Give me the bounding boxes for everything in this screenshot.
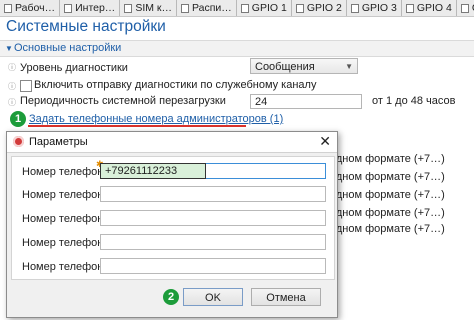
doc-icon [124,3,133,13]
phone-field-4[interactable] [100,234,326,250]
doc-icon [4,3,12,13]
info-icon: ⓘ [8,98,16,107]
dialog-titlebar[interactable]: Параметры ✕ [7,132,337,153]
diag-level-value: Сообщения [255,61,315,73]
chevron-down-icon: ▼ [345,62,353,71]
reboot-period-input[interactable]: 24 [250,94,362,109]
tab-label: GPIO 1 [251,2,287,14]
tab-label: Интер… [75,2,116,14]
page-title: Системные настройки [6,18,166,35]
background-row: одном формате (+7…) [330,153,445,165]
phone-field-3[interactable] [100,210,326,226]
chevron-down-icon: ▼ [5,44,13,53]
tab-3[interactable]: SIM к… [120,0,177,16]
phone-label-2: Номер телефона [22,189,110,201]
doc-icon [295,3,304,13]
service-channel-label: Включить отправку диагностики по служебн… [34,79,317,91]
doc-icon [181,3,189,13]
parameters-dialog: Параметры ✕ Номер телефона ✱ +7926111223… [6,131,338,318]
tab-2[interactable]: Интер… [60,0,121,16]
doc-icon [405,3,414,13]
step-marker-2: 2 [163,289,179,305]
tab-8[interactable]: GPIO 4 [401,0,457,16]
ok-button[interactable]: OK [183,288,243,306]
diag-level-select[interactable]: Сообщения ▼ [250,58,358,74]
background-row: одном формате (+7…) [330,171,445,183]
background-row: одном формате (+7…) [330,207,445,219]
tab-label: Распи… [192,2,232,14]
app-icon [13,136,24,147]
info-icon: ⓘ [8,82,16,91]
dialog-title: Параметры [29,136,88,148]
reboot-period-hint: от 1 до 48 часов [372,95,456,107]
doc-icon [240,3,249,13]
tab-7[interactable]: GPIO 3 [346,0,402,16]
phone-label-4: Номер телефона [22,237,110,249]
tab-label: SIM к… [135,2,172,14]
step-marker-1: 1 [10,111,26,127]
tab-6[interactable]: GPIO 2 [291,0,347,16]
background-row: одном формате (+7…) [330,189,445,201]
tab-label: GPIO 2 [306,2,342,14]
tab-label: GPIO 4 [416,2,452,14]
tab-strip: Рабоч… Интер… SIM к… Распи… GPIO 1 GPIO 2 GPIO… [0,0,474,17]
tab-4[interactable]: Распи… [177,0,237,16]
diag-level-label: Уровень диагностики [20,62,128,74]
tab-5[interactable]: GPIO 1 [236,0,292,16]
phone-label-5: Номер телефона [22,261,110,273]
tab-9[interactable]: Служе… [456,0,474,16]
tab-1[interactable]: Рабоч… [0,0,61,16]
info-icon: ⓘ [8,63,16,72]
section-header[interactable]: ▼ Основные настройки [0,40,474,57]
tab-label: Рабоч… [15,2,56,14]
service-channel-checkbox[interactable] [20,80,32,92]
background-row: одном формате (+7…) [330,223,445,235]
reboot-period-label: Периодичность системной перезагрузки [20,95,226,107]
section-title: Основные настройки [14,42,122,54]
doc-icon [460,3,469,13]
phone-field-2[interactable] [100,186,326,202]
close-icon[interactable]: ✕ [319,133,331,150]
admin-phones-link[interactable]: Задать телефонные номера администраторов… [29,113,283,125]
doc-icon [64,3,73,13]
phone-list: Номер телефона ✱ +79261112233 Номер теле… [11,156,335,280]
phone-field-5[interactable] [100,258,326,274]
phone-field-1-value: +79261112233 [100,163,206,179]
doc-icon [350,3,359,13]
tab-label: GPIO 3 [361,2,397,14]
phone-label-3: Номер телефона [22,213,110,225]
cancel-button[interactable]: Отмена [251,288,321,306]
highlight-underline [28,125,246,127]
